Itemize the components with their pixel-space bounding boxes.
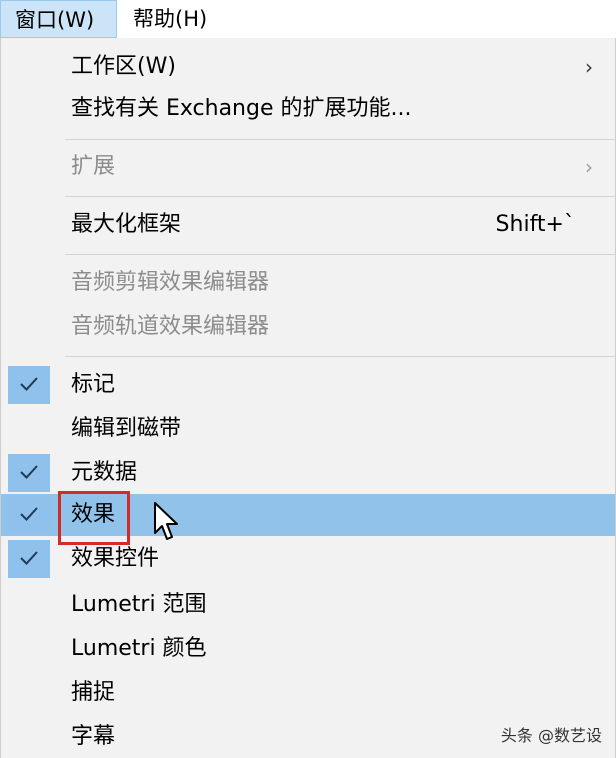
- mouse-cursor-icon: [153, 501, 181, 547]
- watermark: 头条 @数艺设: [500, 726, 602, 745]
- menu-item-exchange[interactable]: 查找有关 Exchange 的扩展功能...: [1, 88, 615, 130]
- menu-item-maximize-frame[interactable]: 最大化框架 Shift+`: [1, 204, 615, 246]
- menu-item-label: Lumetri 范围: [71, 592, 207, 617]
- menu-item-workspace[interactable]: 工作区(W) ›: [1, 46, 615, 88]
- menu-item-extensions: 扩展 ›: [1, 146, 615, 188]
- menu-item-label: 最大化框架: [71, 212, 182, 237]
- shortcut-label: Shift+`: [495, 212, 575, 237]
- menu-help[interactable]: 帮助(H): [119, 0, 221, 38]
- menu-item-label: 工作区(W): [71, 54, 176, 79]
- menu-item-label: 音频轨道效果编辑器: [71, 314, 270, 339]
- check-icon: [8, 366, 50, 404]
- menu-item-label: 捕捉: [71, 680, 116, 705]
- highlight-annotation-box: [58, 491, 130, 545]
- menu-item-edit-to-tape[interactable]: 编辑到磁带: [1, 408, 615, 450]
- menu-item-label: 标记: [71, 372, 116, 397]
- check-icon: [8, 540, 50, 578]
- menu-item-label: 字幕: [71, 724, 116, 749]
- menu-item-label: 元数据: [71, 460, 138, 485]
- menu-item-markers[interactable]: 标记: [1, 364, 615, 406]
- menu-item-label: 编辑到磁带: [71, 416, 182, 441]
- menu-window[interactable]: 窗口(W): [0, 0, 117, 38]
- menu-item-label: 扩展: [71, 154, 116, 179]
- menu-item-capture[interactable]: 捕捉: [1, 672, 615, 714]
- menu-item-metadata[interactable]: 元数据: [1, 452, 615, 494]
- menu-item-label: Lumetri 颜色: [71, 636, 207, 661]
- menu-item-audio-clip-effect-editor: 音频剪辑效果编辑器: [1, 262, 615, 304]
- menu-item-audio-track-effect-editor: 音频轨道效果编辑器: [1, 306, 615, 348]
- menu-separator: [65, 254, 616, 255]
- check-icon: [8, 454, 50, 492]
- menu-item-lumetri-color[interactable]: Lumetri 颜色: [1, 628, 615, 670]
- menu-separator: [65, 139, 616, 140]
- window-dropdown-menu: 工作区(W) › 查找有关 Exchange 的扩展功能... 扩展 › 最大化…: [0, 38, 616, 758]
- menu-bar: 窗口(W) 帮助(H): [0, 0, 616, 39]
- menu-separator: [65, 356, 616, 357]
- chevron-right-icon: ›: [585, 155, 593, 179]
- menu-item-label: 音频剪辑效果编辑器: [71, 270, 270, 295]
- menu-separator: [65, 196, 616, 197]
- menu-item-lumetri-scopes[interactable]: Lumetri 范围: [1, 584, 615, 626]
- page: 窗口(W) 帮助(H) 工作区(W) › 查找有关 Exchange 的扩展功能…: [0, 0, 616, 758]
- menu-item-label: 查找有关 Exchange 的扩展功能...: [71, 96, 412, 121]
- check-icon: [8, 496, 50, 534]
- chevron-right-icon: ›: [585, 55, 593, 79]
